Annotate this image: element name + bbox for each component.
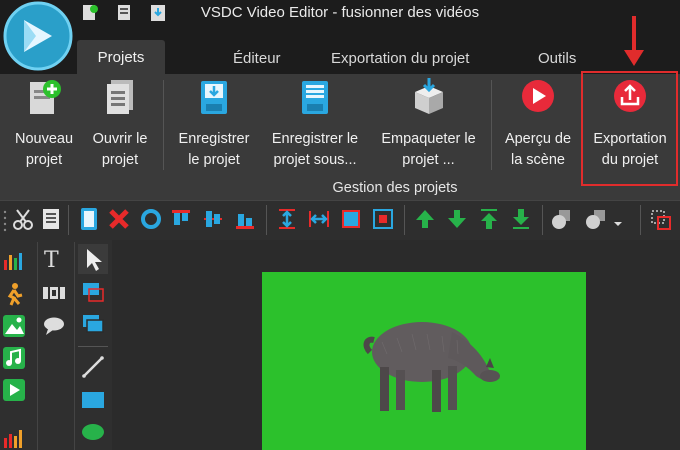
ribbon-separator [163,80,164,170]
tab-editeur[interactable]: Éditeur [233,50,281,67]
align-center-icon[interactable] [202,207,224,231]
toolbar-separator [404,205,405,235]
scene-canvas[interactable] [262,272,586,450]
group-objects-icon[interactable] [550,207,572,231]
save-project-icon [196,78,232,118]
open-project-label: Ouvrir le projet [92,131,148,168]
rectangle-tool-icon[interactable] [81,281,105,303]
save-as-icon [297,78,333,118]
audio-note-icon[interactable] [2,346,26,370]
toolbar-separator [68,205,69,235]
panel-divider [37,242,38,450]
open-project-button[interactable]: Ouvrir le projet [83,78,157,173]
tab-outils[interactable]: Outils [538,50,576,67]
layered-rectangle-icon[interactable] [81,313,105,335]
snap-objects-icon[interactable] [650,207,672,231]
line-tool-icon[interactable] [81,355,105,379]
toolbar-separator [542,205,543,235]
paste-icon[interactable] [78,207,100,231]
delete-icon[interactable] [108,207,130,231]
toolbar-separator [266,205,267,235]
align-bottom-icon[interactable] [234,207,256,231]
new-project-icon [26,78,62,118]
cut-icon[interactable] [12,207,34,231]
annotation-arrow-icon [620,14,648,70]
rectangle-shape-icon[interactable] [81,389,105,411]
ribbon-separator [491,80,492,170]
scene-preview-button[interactable]: Aperçu de la scène [496,78,580,173]
panel-divider [74,242,75,450]
toolbar-grip [2,206,8,234]
copy-icon[interactable] [40,207,62,231]
open-project-icon [102,78,138,118]
image-icon[interactable] [2,314,26,338]
ungroup-dropdown[interactable] [582,207,622,231]
bring-forward-icon[interactable] [414,207,436,231]
package-project-button[interactable]: Empaqueter le projet ... [370,78,487,173]
save-as-label: Enregistrer le projet sous... [271,131,359,168]
save-project-button[interactable]: Enregistrer le projet [170,78,258,173]
speech-bubble-icon[interactable] [42,316,66,336]
llama-image [363,322,500,412]
send-to-back-icon[interactable] [510,207,532,231]
preview-play-icon [519,78,557,118]
same-height-icon[interactable] [276,207,298,231]
crop-circle-icon[interactable] [140,207,162,231]
send-backward-icon[interactable] [446,207,468,231]
highlight-box [581,71,678,186]
equalizer-icon[interactable] [2,424,26,448]
audio-spectrum-icon[interactable] [2,250,26,272]
window-title: VSDC Video Editor - fusionner des vidéos [200,4,480,21]
save-as-button[interactable]: Enregistrer le projet sous... [262,78,368,173]
new-project-button[interactable]: Nouveau projet [5,78,83,173]
tab-exportation[interactable]: Exportation du projet [331,50,469,67]
tab-projets[interactable]: Projets [77,40,165,74]
tool-separator [78,346,108,347]
subtitle-icon[interactable] [42,284,66,302]
new-project-label: Nouveau projet [14,131,74,168]
package-icon [409,78,449,118]
same-width-icon[interactable] [308,207,330,231]
fit-size-icon[interactable] [372,207,394,231]
toolbar-separator [640,205,641,235]
selection-tool-button[interactable] [78,244,108,274]
scene-preview-label: Aperçu de la scène [504,131,572,168]
same-size-icon[interactable] [340,207,362,231]
text-tool-icon[interactable]: T [44,248,59,273]
video-play-icon[interactable] [2,378,26,402]
package-project-label: Empaqueter le projet ... [381,131,476,168]
align-top-icon[interactable] [170,207,192,231]
sprite-figure-icon[interactable] [2,282,26,306]
save-project-label: Enregistrer le projet [178,131,250,168]
bring-to-front-icon[interactable] [478,207,500,231]
ribbon-group-label: Gestion des projets [332,180,458,196]
ellipse-shape-icon[interactable] [81,421,105,443]
